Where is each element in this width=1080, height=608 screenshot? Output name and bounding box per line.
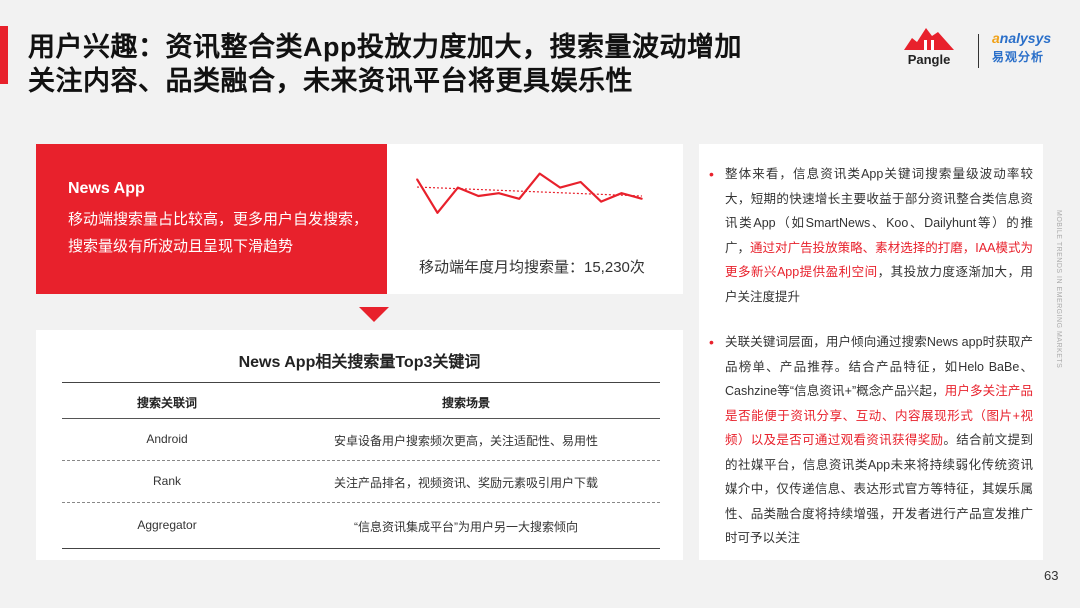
table-cell-keyword: Android [146,432,188,446]
page-title-line2: 关注内容、品类融合，未来资讯平台将更具娱乐性 [28,66,633,96]
table-row-divider [62,502,660,503]
series-line [416,172,643,214]
page-number: 63 [1044,568,1059,583]
table-cell-keyword: Aggregator [137,518,197,532]
data-point [416,178,418,180]
title-accent-bar [0,26,8,84]
table-cell-scene: “信息资讯集成平台”为用户另一大搜索倾向 [354,520,578,534]
highlight-heading: News App [68,180,145,197]
line-chart [416,172,643,214]
page-title: 用户兴趣：资讯整合类App投放力度加大，搜索量波动增加 关注内容、品类融合，未来… [28,30,848,98]
data-point [498,192,500,194]
table-cell-scene: 关注产品排名，视频资讯、奖励元素吸引用户下载 [333,476,598,490]
page-title-line1: 用户兴趣：资讯整合类App投放力度加大，搜索量波动增加 [28,32,742,62]
pangle-logo: Pangle [898,28,960,72]
bullet-dot-icon: • [709,334,714,350]
chart-caption: 移动端年度月均搜索量：15,230次 [419,259,645,276]
table-cell-keyword: Rank [152,474,181,488]
keyword-table: News App相关搜索量Top3关键词 搜索关联词 搜索场景 Android … [36,330,683,560]
table-cell-scene: 安卓设备用户搜索频次更高，关注适配性、易用性 [333,434,598,448]
side-watermark-text: MOBILE TRENDS IN EMERGING MARKETS [1055,210,1062,369]
analysis-bullet: • 关联关键词层面，用户倾向通过搜索News app时获取产品榜单、产品推荐。结… [709,330,1033,551]
analysis-bullet: • 整体来看，信息资讯类App关键词搜索量级波动率较大，短期的快速增长主要收益于… [709,162,1033,309]
analysys-logo-cn: 易观分析 [992,50,1045,64]
analysys-logo: analysys 易观分析 [992,30,1072,70]
down-arrow-icon [359,307,389,322]
news-app-highlight-box: News App 移动端搜索量占比较高，更多用户自发搜索，搜索量级有所波动且呈现… [36,144,387,294]
trend-line [416,186,643,197]
table-top-rule [62,382,660,383]
analysis-text-panel: • 整体来看，信息资讯类App关键词搜索量级波动率较大，短期的快速增长主要收益于… [699,144,1043,560]
data-point [559,186,561,189]
data-point [641,198,643,200]
table-header-scene: 搜索场景 [441,396,490,410]
analysys-logo-text: analysys [992,30,1052,46]
pangle-logo-text: Pangle [907,52,951,67]
data-point [600,200,602,203]
table-row-divider [62,460,660,461]
data-point [579,181,582,183]
logo-divider [978,34,979,68]
data-point [457,186,459,189]
data-point [620,192,623,194]
pangle-mark-icon [904,28,954,50]
data-point [518,198,521,200]
highlight-text: 移动端搜索量占比较高，更多用户自发搜索，搜索量级有所波动且呈现下滑趋势 [68,211,369,255]
data-point [538,172,541,175]
data-point [436,212,439,214]
table-header-keyword: 搜索关联词 [136,396,197,410]
search-volume-chart: 移动端年度月均搜索量：15,230次 [387,144,683,294]
bullet-dot-icon: • [709,166,714,182]
table-header-rule [62,418,660,419]
keyword-table-title: News App相关搜索量Top3关键词 [238,354,481,371]
data-point [477,195,480,197]
table-bottom-rule [62,548,660,549]
